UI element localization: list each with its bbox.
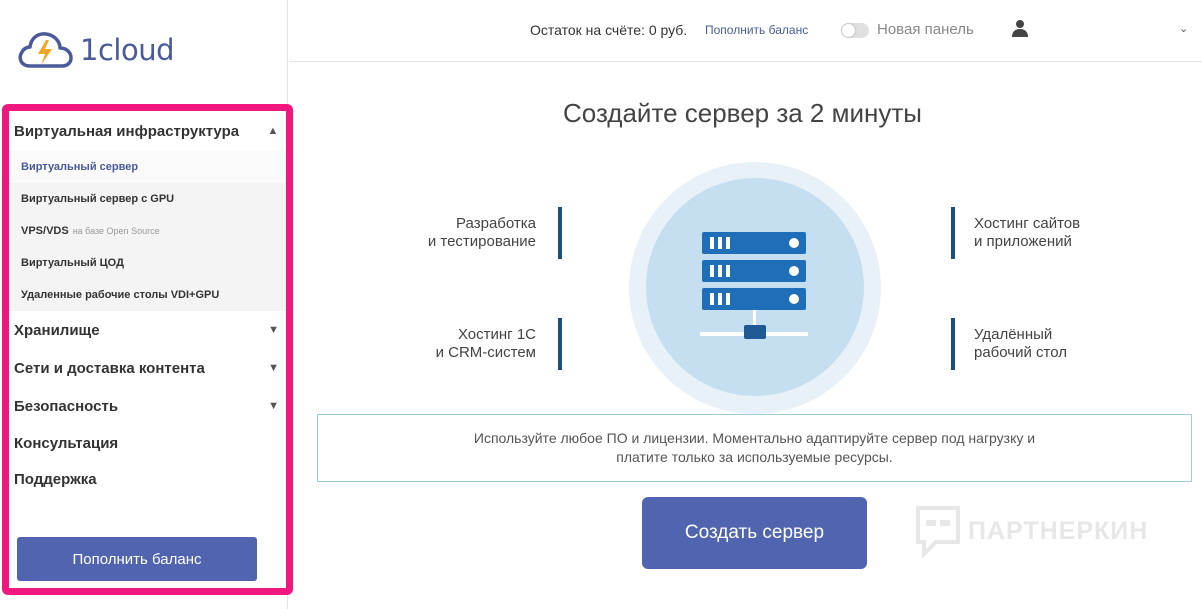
info-box: Используйте любое ПО и лицензии. Момента… <box>317 414 1192 482</box>
feature-line: Хостинг 1С <box>457 326 536 343</box>
feature-dev-testing: Разработка и тестирование <box>422 215 536 251</box>
chat-bubble-icon <box>916 506 960 558</box>
logo-text: 1cloud <box>80 33 174 67</box>
feature-hosting-sites: Хостинг сайтов и приложений <box>974 215 1080 251</box>
feature-bar <box>951 207 955 259</box>
feature-line: и CRM-систем <box>435 344 536 361</box>
feature-line: Разработка <box>456 215 536 232</box>
user-menu-chevron-icon[interactable]: ⌄ <box>1179 22 1188 35</box>
watermark-text: ПАРТНЕРКИН <box>968 516 1149 545</box>
highlight-frame <box>2 104 293 595</box>
feature-line: Удалённый <box>974 326 1053 343</box>
feature-remote-desktop: Удалённый рабочий стол <box>974 326 1067 362</box>
logo[interactable]: 1cloud <box>16 28 174 72</box>
feature-1c-crm: Хостинг 1С и CRM-систем <box>422 326 536 362</box>
feature-bar <box>558 318 562 370</box>
page-title: Создайте сервер за 2 минуты <box>563 98 922 128</box>
topup-link[interactable]: Пополнить баланс <box>705 23 808 37</box>
balance-text: Остаток на счёте: 0 руб. <box>530 22 688 38</box>
new-panel-label: Новая панель <box>877 21 974 38</box>
feature-line: рабочий стол <box>974 344 1067 361</box>
cloud-lightning-icon <box>18 32 73 68</box>
topbar: Остаток на счёте: 0 руб. Пополнить балан… <box>289 0 1202 62</box>
server-rack-icon <box>700 232 808 339</box>
new-panel-toggle[interactable] <box>841 23 869 38</box>
feature-line: Хостинг сайтов <box>974 215 1081 232</box>
feature-line: и тестирование <box>427 233 536 250</box>
feature-line: и приложений <box>974 233 1072 250</box>
feature-bar <box>951 318 955 370</box>
user-icon[interactable] <box>1011 19 1029 37</box>
watermark: ПАРТНЕРКИН <box>914 504 1148 558</box>
feature-bar <box>558 207 562 259</box>
create-server-button[interactable]: Создать сервер <box>642 497 867 569</box>
